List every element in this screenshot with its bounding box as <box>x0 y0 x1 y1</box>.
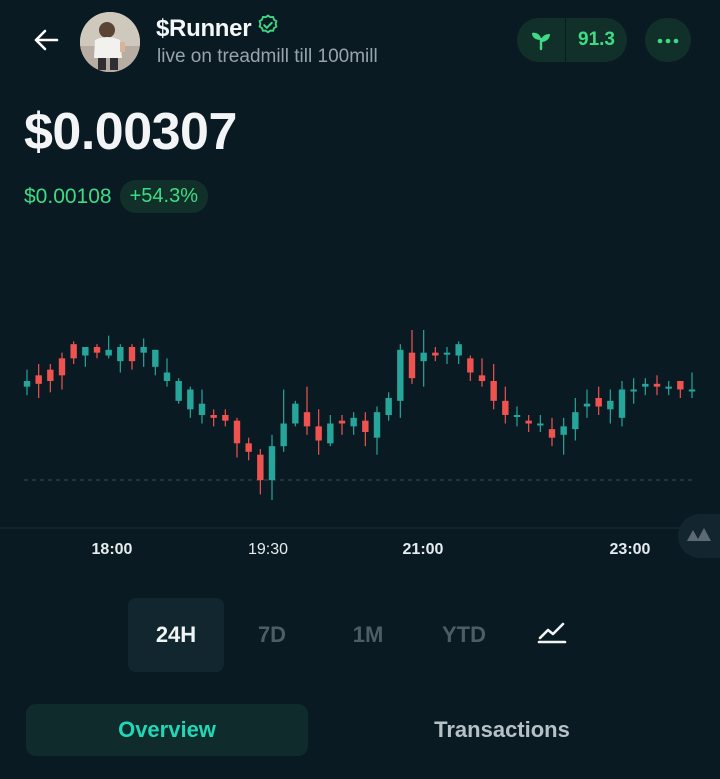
score-pill[interactable]: 91.3 <box>517 18 627 62</box>
candle-body <box>210 415 217 418</box>
price-change-row: $0.00108 +54.3% <box>24 180 208 213</box>
candle-body <box>338 420 346 424</box>
verified-badge-icon <box>257 14 279 43</box>
candle-body <box>502 400 509 415</box>
token-name: $Runner <box>156 14 279 43</box>
candle-body <box>513 415 521 417</box>
price-change-percent-badge: +54.3% <box>119 180 208 213</box>
range-7d-button[interactable]: 7D <box>224 598 320 672</box>
candle-body <box>128 347 136 362</box>
candle-body <box>373 412 381 438</box>
candle-body <box>70 344 77 359</box>
candle-body <box>385 398 392 415</box>
candle-body <box>525 420 532 424</box>
candle-body <box>222 415 229 421</box>
candle-body <box>292 403 299 424</box>
candle-body <box>257 454 264 481</box>
candlestick-chart[interactable]: 18:00 19:30 21:00 23:00 <box>0 300 720 590</box>
candle-body <box>420 352 427 362</box>
candle-body <box>198 403 206 415</box>
x-tick-label: 23:00 <box>610 541 651 558</box>
candle-body <box>350 417 357 427</box>
candle-body <box>688 389 696 392</box>
candle-body <box>175 381 182 401</box>
x-tick-label: 18:00 <box>92 541 133 558</box>
x-tick-label: 19:30 <box>248 541 288 558</box>
candle-body <box>595 398 602 407</box>
tradingview-logo[interactable] <box>678 514 720 558</box>
avatar[interactable] <box>80 12 140 72</box>
sprout-icon <box>517 18 565 62</box>
candle-body <box>443 352 451 355</box>
candle-body <box>245 443 252 452</box>
candle-body <box>303 412 311 427</box>
token-name-text: $Runner <box>156 14 252 42</box>
candle-body <box>163 372 171 381</box>
tradingview-logo-icon <box>686 526 712 547</box>
candle-body <box>23 381 31 387</box>
candle-body <box>665 386 672 389</box>
x-tick-label: 21:00 <box>403 541 444 558</box>
range-ytd-button[interactable]: YTD <box>416 598 512 672</box>
candle-body <box>467 358 474 373</box>
candle-body <box>117 347 124 362</box>
candle-body <box>397 349 404 401</box>
candle-body <box>58 358 66 376</box>
candle-body <box>432 352 439 356</box>
back-button[interactable] <box>28 24 64 60</box>
candle-body <box>82 347 89 356</box>
candle-body <box>618 389 626 418</box>
current-price: $0.00307 <box>24 103 237 161</box>
candle-body <box>455 344 462 356</box>
candle-body <box>362 420 369 432</box>
candle-body <box>35 375 42 384</box>
candle-body <box>93 347 101 353</box>
candle-body <box>408 352 416 379</box>
candle-body <box>140 347 147 353</box>
arrow-left-icon <box>33 29 59 56</box>
tab-transactions[interactable]: Transactions <box>360 704 644 756</box>
range-1m-button[interactable]: 1M <box>320 598 416 672</box>
tab-overview[interactable]: Overview <box>26 704 308 756</box>
candle-body <box>327 423 334 444</box>
candle-body <box>583 403 591 407</box>
candle-body <box>653 383 661 387</box>
chart-type-toggle-button[interactable] <box>504 598 600 672</box>
line-chart-icon <box>537 620 567 650</box>
score-divider <box>565 18 566 62</box>
candle-body <box>478 375 486 381</box>
candle-body <box>233 420 241 444</box>
candle-body <box>268 446 276 481</box>
candle-body <box>572 412 579 430</box>
avatar-photo <box>80 12 140 72</box>
token-subtitle: live on treadmill till 100mill <box>157 46 378 67</box>
candle-body <box>105 349 112 356</box>
candle-body <box>548 429 556 438</box>
candle-body <box>607 400 614 410</box>
tab-bar: Overview Transactions <box>0 704 720 756</box>
candle-body <box>677 381 684 390</box>
candle-body <box>315 426 322 441</box>
price-change-absolute: $0.00108 <box>24 184 112 208</box>
time-range-selector: 24H 7D 1M YTD <box>0 598 720 672</box>
candle-body <box>630 389 637 392</box>
more-options-button[interactable] <box>645 18 691 62</box>
candle-body <box>642 383 649 387</box>
more-horizontal-icon <box>657 31 679 49</box>
candle-body <box>560 426 567 435</box>
header: $Runner live on treadmill till 100mill 9… <box>0 0 720 84</box>
candle-body <box>280 423 287 447</box>
candle-body <box>537 423 544 426</box>
candle-body <box>187 389 194 410</box>
candle-body <box>152 349 159 367</box>
candle-body <box>47 369 54 381</box>
range-24h-button[interactable]: 24H <box>128 598 224 672</box>
candle-body <box>490 381 497 401</box>
score-value: 91.3 <box>578 29 615 50</box>
